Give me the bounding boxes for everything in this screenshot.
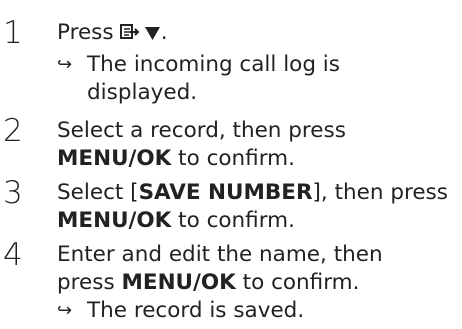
step-line: press MENU/OK to confirm. (57, 269, 462, 297)
down-arrow-icon (144, 21, 161, 49)
step-text: press (57, 270, 122, 295)
step-body: Select a record, then press MENU/OK to c… (57, 117, 462, 173)
step-text-end: . (160, 20, 168, 45)
step-result: ↪ The incoming call log is displayed. (57, 51, 462, 107)
bracket: [ (130, 180, 139, 205)
step-line: Press . (57, 19, 462, 49)
key-label: MENU/OK (121, 270, 236, 295)
step-text: Enter and edit the name, then (57, 242, 383, 267)
call-log-icon (120, 21, 140, 49)
step-number: 4 (3, 237, 23, 273)
step-result: ↪ The record is saved. (57, 297, 462, 325)
bracket: ] (312, 180, 321, 205)
step-line: MENU/OK to confirm. (57, 207, 462, 235)
result-text: displayed. (87, 80, 198, 105)
step-body: Press . ↪ The incoming call log is displ… (57, 19, 462, 107)
instructions-page: { "steps": [ { "number": "1", "text_befo… (0, 0, 462, 329)
step-text: , then press (320, 180, 448, 205)
step-text: Select a record, then press (57, 118, 346, 143)
step-line: Select [SAVE NUMBER], then press (57, 179, 462, 207)
result-arrow-icon: ↪ (57, 54, 73, 75)
step-number: 2 (3, 113, 23, 149)
step-number: 3 (3, 175, 23, 211)
step-text: Press (57, 20, 114, 45)
option-label: SAVE NUMBER (138, 180, 313, 205)
step-body: Enter and edit the name, then press MENU… (57, 241, 462, 325)
key-label: MENU/OK (57, 208, 172, 233)
step-body: Select [SAVE NUMBER], then press MENU/OK… (57, 179, 462, 235)
step-text: Select (57, 180, 131, 205)
step-text: to confirm. (171, 146, 295, 171)
result-text: The record is saved. (87, 298, 305, 323)
result-arrow-icon: ↪ (57, 300, 73, 321)
result-text: The incoming call log is (87, 52, 340, 77)
key-label: MENU/OK (57, 146, 172, 171)
step-line: MENU/OK to confirm. (57, 145, 462, 173)
step-number: 1 (3, 15, 23, 51)
step-text: to confirm. (235, 270, 360, 295)
step-text: to confirm. (171, 208, 295, 233)
